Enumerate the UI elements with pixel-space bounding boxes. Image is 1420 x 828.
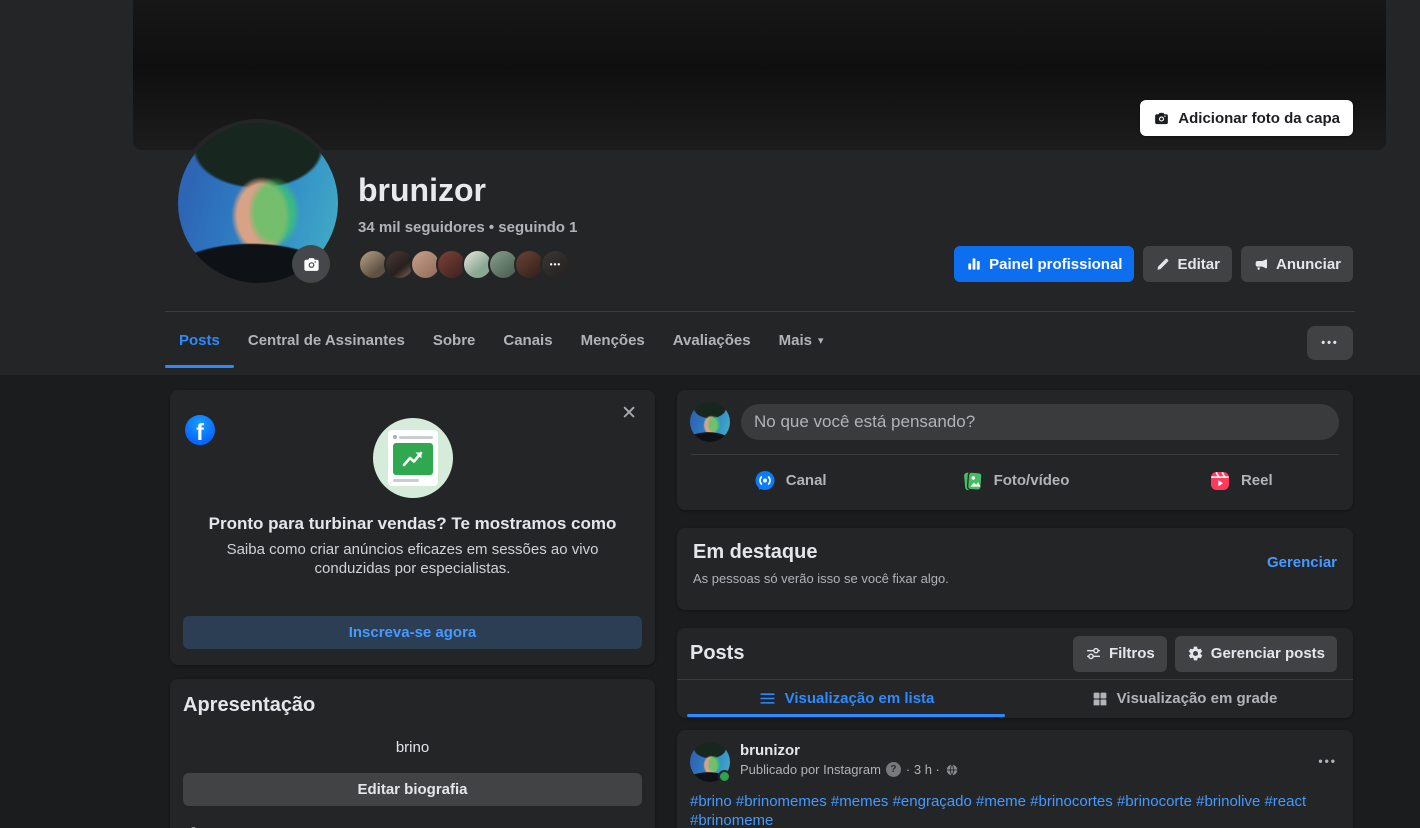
page-title: brunizor [358,172,486,208]
composer-channel-button[interactable]: Canal [677,455,902,506]
promo-subtitle: Saiba como criar anúncios eficazes em se… [226,540,599,578]
edit-profile-label: Editar [1177,255,1220,273]
add-cover-photo-label: Adicionar foto da capa [1178,109,1340,127]
posts-view-tabs: Visualização em lista Visualização em gr… [677,679,1353,717]
active-tab-underline [687,714,1005,717]
megaphone-icon [1253,256,1269,272]
grid-view-tab[interactable]: Visualização em grade [1015,680,1353,717]
update-profile-picture-button[interactable] [292,245,330,283]
post-menu-button[interactable]: ••• [1318,754,1337,768]
filters-button[interactable]: Filtros [1072,635,1167,672]
tab-posts[interactable]: Posts [165,312,234,368]
profile-picture[interactable] [174,119,342,287]
chevron-down-icon: ▾ [817,334,824,347]
cover-photo: Adicionar foto da capa [133,0,1386,150]
ads-growth-icon [372,418,453,498]
tab-mais[interactable]: Mais ▾ [765,312,838,368]
post-hashtags[interactable]: #brino #brinomemes #memes #engraçado #me… [690,793,1337,828]
bio-text: brino [395,739,430,756]
channel-icon [753,469,777,493]
followers-count[interactable]: 34 mil seguidores • seguindo 1 [358,219,577,236]
post-source: Publicado por Instagram [740,762,881,777]
filters-label: Filtros [1108,645,1155,662]
advertise-label: Anunciar [1275,255,1341,273]
post: brunizor Publicado por Instagram ? · 3 h… [677,730,1353,828]
featured-title: Em destaque [693,541,818,563]
subscribe-now-button[interactable]: Inscreva-se agora [183,616,642,649]
ellipsis-icon: ••• [549,260,562,269]
avatar[interactable] [690,402,730,442]
post-meta: Publicado por Instagram ? · 3 h · [740,762,959,777]
promo-title: Pronto para turbinar vendas? Te mostramo… [208,514,617,533]
filters-icon [1085,645,1102,662]
post-author-avatar[interactable] [690,742,731,783]
composer-channel-label: Canal [785,472,827,489]
follower-avatars: ••• [358,249,571,280]
tab-avaliacoes[interactable]: Avaliações [659,312,765,368]
tab-canais[interactable]: Canais [489,312,566,368]
active-tab-underline [165,365,234,368]
post-author-name[interactable]: brunizor [740,742,959,759]
follower-avatar-more[interactable]: ••• [540,249,571,280]
question-circle-icon[interactable]: ? [885,762,901,777]
camera-icon [1153,110,1170,127]
manage-featured-link[interactable]: Gerenciar [1267,554,1337,571]
featured-subtitle: As pessoas só verão isso se você fixar a… [693,571,949,586]
composer-reel-label: Reel [1240,472,1273,489]
reel-icon [1208,469,1232,493]
intro-title: Apresentação [183,694,316,716]
featured-section: Em destaque As pessoas só verão isso se … [677,528,1353,610]
composer-photo-video-button[interactable]: Foto/vídeo [902,455,1127,506]
list-view-label: Visualização em lista [784,690,935,707]
composer-photo-video-label: Foto/vídeo [993,472,1070,489]
tabs-overflow-button[interactable]: ••• [1307,326,1353,360]
posts-section: Posts Filtros Gerenciar posts Visualizaç… [677,628,1353,718]
close-icon[interactable]: ✕ [621,402,637,425]
posts-section-title: Posts [690,642,745,664]
composer-input[interactable]: No que você está pensando? [741,404,1339,440]
professional-dashboard-button[interactable]: Painel profissional [954,246,1135,282]
intro-card: Apresentação brino Editar biografia Pági… [170,679,655,828]
photo-video-icon [961,469,985,493]
tab-central-de-assinantes[interactable]: Central de Assinantes [234,312,419,368]
gear-icon [1187,645,1204,662]
tab-mencoes[interactable]: Menções [567,312,659,368]
list-view-icon [758,689,777,708]
tab-sobre[interactable]: Sobre [419,312,490,368]
manage-posts-label: Gerenciar posts [1210,645,1325,662]
post-composer: No que você está pensando? Canal Foto/ví… [677,390,1353,510]
manage-posts-button[interactable]: Gerenciar posts [1174,635,1337,672]
profile-action-buttons: Painel profissional Editar Anunciar [954,246,1353,282]
grid-view-label: Visualização em grade [1116,690,1278,707]
professional-dashboard-label: Painel profissional [989,255,1123,273]
ads-promo-card: f ✕ Pronto para turbinar vendas? Te most… [170,390,655,665]
bar-chart-icon [966,256,982,272]
advertise-button[interactable]: Anunciar [1240,246,1353,282]
ellipsis-icon: ••• [1321,337,1339,349]
profile-nav-tabs: Posts Central de Assinantes Sobre Canais… [165,312,838,368]
online-status-dot [718,770,731,783]
pencil-icon [1155,257,1170,272]
globe-icon [945,763,959,777]
facebook-logo-icon: f [185,415,215,445]
edit-profile-button[interactable]: Editar [1143,246,1232,282]
camera-icon [302,255,321,274]
facebook-profile-page: Adicionar foto da capa brunizor 34 mil s… [0,0,1420,828]
edit-bio-button[interactable]: Editar biografia [183,773,642,806]
profile-header: Adicionar foto da capa brunizor 34 mil s… [0,0,1420,375]
list-view-tab[interactable]: Visualização em lista [677,680,1015,717]
composer-reel-button[interactable]: Reel [1128,455,1353,506]
post-timestamp[interactable]: · 3 h · [906,762,940,777]
add-cover-photo-button[interactable]: Adicionar foto da capa [1140,100,1353,136]
grid-view-icon [1091,690,1109,708]
